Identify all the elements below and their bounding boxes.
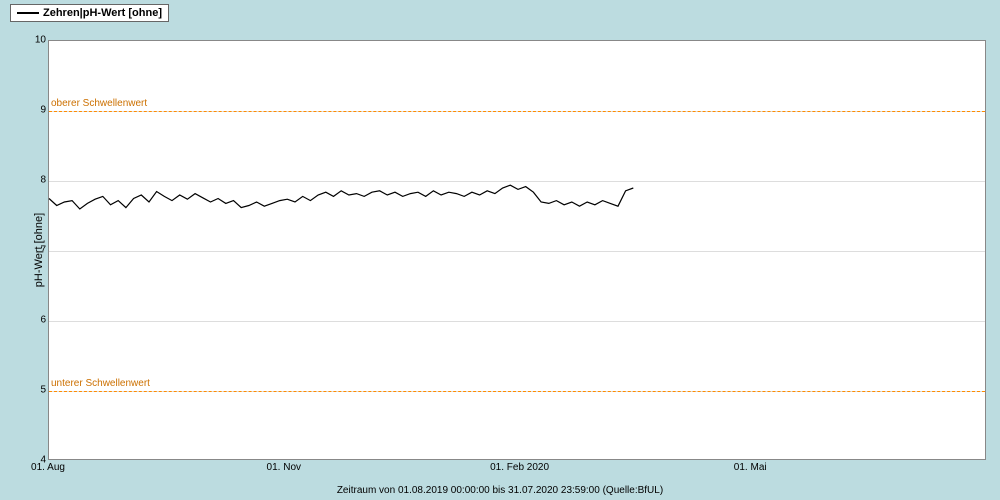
x-tick-label: 01. Nov	[267, 462, 301, 473]
x-tick-label: 01. Mai	[734, 462, 767, 473]
x-tick-label: 01. Feb 2020	[490, 462, 549, 473]
y-tick-label: 6	[40, 315, 46, 326]
data-series-line	[49, 41, 985, 459]
x-axis-caption: Zeitraum von 01.08.2019 00:00:00 bis 31.…	[337, 485, 663, 496]
legend-label: Zehren|pH-Wert [ohne]	[43, 7, 162, 19]
y-tick-label: 5	[40, 385, 46, 396]
y-tick-label: 7	[40, 245, 46, 256]
y-tick-label: 8	[40, 175, 46, 186]
x-tick-label: 01. Aug	[31, 462, 65, 473]
y-tick-label: 10	[35, 35, 46, 46]
y-tick-label: 9	[40, 105, 46, 116]
legend-box: Zehren|pH-Wert [ohne]	[10, 4, 169, 22]
legend-line-icon	[17, 12, 39, 14]
chart-plot-area: oberer Schwellenwert unterer Schwellenwe…	[48, 40, 986, 460]
